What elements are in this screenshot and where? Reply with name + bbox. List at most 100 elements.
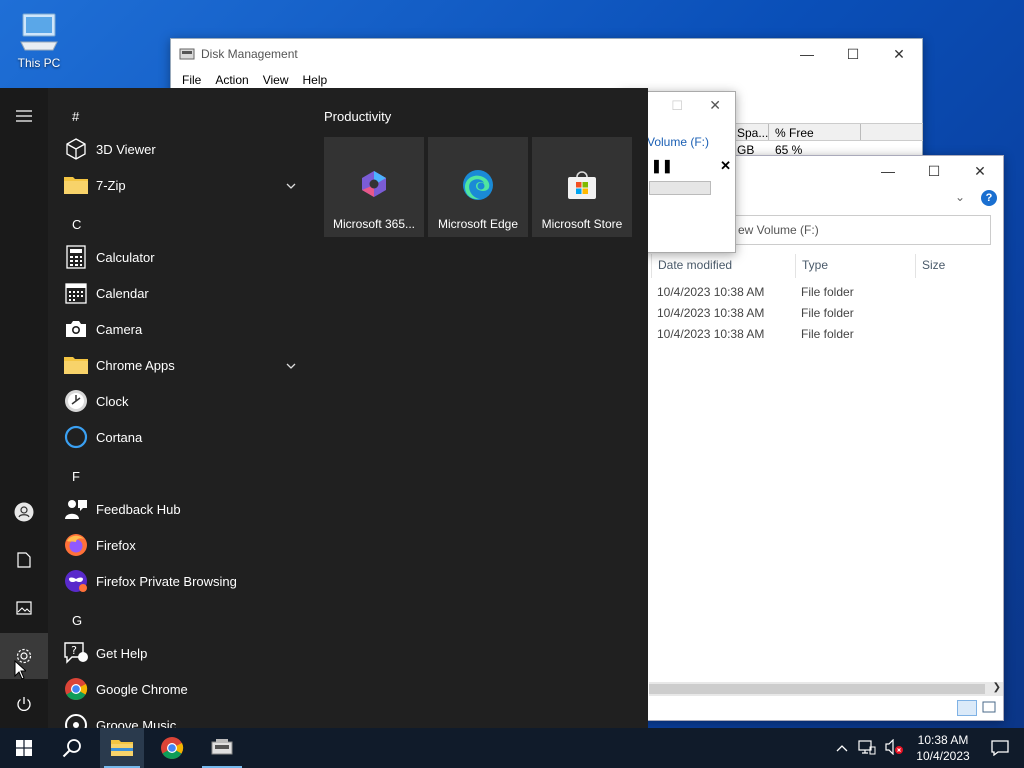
clock-date: 10/4/2023 (916, 749, 970, 763)
help-icon[interactable]: ? (981, 190, 997, 206)
app-item-firefox[interactable]: Firefox (56, 527, 306, 563)
taskbar-google-chrome[interactable] (148, 728, 196, 768)
tile-microsoft-edge[interactable]: Microsoft Edge (428, 137, 528, 237)
tile-microsoft-365[interactable]: Microsoft 365... (324, 137, 424, 237)
letter-header-g[interactable]: G (72, 613, 82, 628)
taskbar: 10:38 AM 10/4/2023 (0, 728, 1024, 768)
column-header-row: Date modified Type Size (651, 254, 993, 278)
firefox-icon (62, 531, 90, 559)
cell-type: File folder (801, 327, 854, 341)
maximize-button[interactable]: ☐ (830, 39, 876, 69)
maximize-button[interactable]: ☐ (911, 156, 957, 186)
address-bar[interactable]: ew Volume (F:) (731, 215, 991, 245)
pause-icon[interactable]: ❚❚ (651, 158, 673, 174)
minimize-button[interactable]: — (865, 156, 911, 186)
app-item-clock[interactable]: Clock (56, 383, 306, 419)
column-blank (861, 124, 923, 140)
folder-icon (111, 740, 133, 756)
cancel-icon[interactable]: ✕ (720, 158, 731, 174)
hamburger-icon (16, 110, 32, 122)
app-item-camera[interactable]: Camera (56, 311, 306, 347)
disk-management-titlebar[interactable]: Disk Management — ☐ ✕ (171, 39, 922, 69)
app-item-3d-viewer[interactable]: 3D Viewer (56, 131, 306, 167)
letter-header-hash[interactable]: # (72, 109, 79, 124)
app-item-get-help[interactable]: ? Get Help (56, 635, 306, 671)
chevron-down-icon[interactable]: ⌄ (955, 190, 965, 204)
app-item-groove-music[interactable]: Groove Music (56, 707, 306, 728)
tile-microsoft-store[interactable]: Microsoft Store (532, 137, 632, 237)
details-view-icon[interactable] (957, 700, 977, 716)
help-icon: ? (62, 639, 90, 667)
folder-icon (62, 351, 90, 379)
destination-label[interactable]: Volume (F:) (647, 135, 709, 149)
letter-header-c[interactable]: C (72, 217, 81, 232)
large-icons-view-icon[interactable] (981, 700, 999, 716)
column-percent-free[interactable]: % Free (769, 124, 861, 140)
app-item-cortana[interactable]: Cortana (56, 419, 306, 455)
clock-time: 10:38 AM (917, 733, 969, 747)
documents-button[interactable] (0, 537, 48, 583)
minimize-button[interactable]: — (784, 39, 830, 69)
expand-menu-button[interactable] (0, 93, 48, 139)
column-free-space[interactable]: Spa... (731, 124, 769, 140)
table-row[interactable]: 10/4/2023 10:38 AM File folder (657, 306, 911, 327)
table-row[interactable]: 10/4/2023 10:38 AM File folder (657, 285, 911, 306)
horizontal-scrollbar[interactable]: ❯ (649, 682, 1003, 696)
app-label: Get Help (96, 645, 148, 661)
cube-icon (62, 135, 90, 163)
app-label: 7-Zip (96, 177, 126, 193)
app-item-feedback-hub[interactable]: Feedback Hub (56, 491, 306, 527)
window-title: Disk Management (201, 47, 298, 61)
cortana-icon (62, 423, 90, 451)
scrollbar-thumb[interactable] (649, 684, 985, 694)
clock-icon (62, 387, 90, 415)
close-button[interactable]: ✕ (957, 156, 1003, 186)
pictures-button[interactable] (0, 585, 48, 631)
volume-table-header: Spa... % Free (731, 123, 923, 141)
show-hidden-icons-chevron-up-icon[interactable] (836, 741, 848, 755)
start-button[interactable] (0, 728, 48, 768)
app-item-google-chrome[interactable]: Google Chrome (56, 671, 306, 707)
app-item-chrome-apps[interactable]: Chrome Apps (56, 347, 306, 383)
chevron-down-icon[interactable] (286, 357, 296, 372)
app-item-calendar[interactable]: Calendar (56, 275, 306, 311)
menu-view[interactable]: View (256, 73, 296, 87)
tile-group-title[interactable]: Productivity (324, 109, 391, 124)
app-label: Cortana (96, 429, 143, 445)
letter-header-f[interactable]: F (72, 469, 80, 484)
maximize-button[interactable]: ☐ (671, 98, 683, 114)
tile-label: Microsoft Edge (437, 217, 519, 231)
network-icon[interactable] (858, 739, 876, 758)
volume-muted-icon[interactable] (884, 738, 904, 758)
taskbar-disk-management[interactable] (198, 728, 246, 768)
menu-action[interactable]: Action (208, 73, 255, 87)
app-label: Feedback Hub (96, 501, 181, 517)
table-row[interactable]: 10/4/2023 10:38 AM File folder (657, 327, 911, 348)
column-date-modified[interactable]: Date modified (651, 254, 795, 278)
column-type[interactable]: Type (795, 254, 915, 278)
user-account-button[interactable] (0, 489, 48, 535)
calendar-icon (62, 279, 90, 307)
scroll-right-icon[interactable]: ❯ (993, 682, 1001, 693)
cell-date: 10/4/2023 10:38 AM (657, 306, 765, 320)
volume-table: Spa... % Free GB 65 % (731, 123, 923, 159)
app-item-firefox-private[interactable]: Firefox Private Browsing (56, 563, 306, 599)
chrome-icon (161, 737, 184, 759)
action-center-button[interactable] (976, 740, 1024, 756)
clock[interactable]: 10:38 AM 10/4/2023 (910, 732, 976, 764)
menu-help[interactable]: Help (296, 73, 335, 87)
app-label: 3D Viewer (96, 141, 156, 157)
chevron-down-icon[interactable] (286, 177, 296, 192)
menu-file[interactable]: File (175, 73, 208, 87)
column-size[interactable]: Size (915, 254, 993, 278)
search-button[interactable] (48, 728, 96, 768)
music-icon (62, 711, 90, 728)
close-button[interactable]: ✕ (876, 39, 922, 69)
power-button[interactable] (0, 681, 48, 727)
app-item-calculator[interactable]: Calculator (56, 239, 306, 275)
taskbar-file-explorer[interactable] (100, 728, 144, 768)
cell-type: File folder (801, 306, 854, 320)
app-item-7-zip[interactable]: 7-Zip (56, 167, 306, 203)
close-button[interactable]: ✕ (709, 97, 721, 114)
desktop-icon-this-pc[interactable]: This PC (10, 8, 68, 76)
